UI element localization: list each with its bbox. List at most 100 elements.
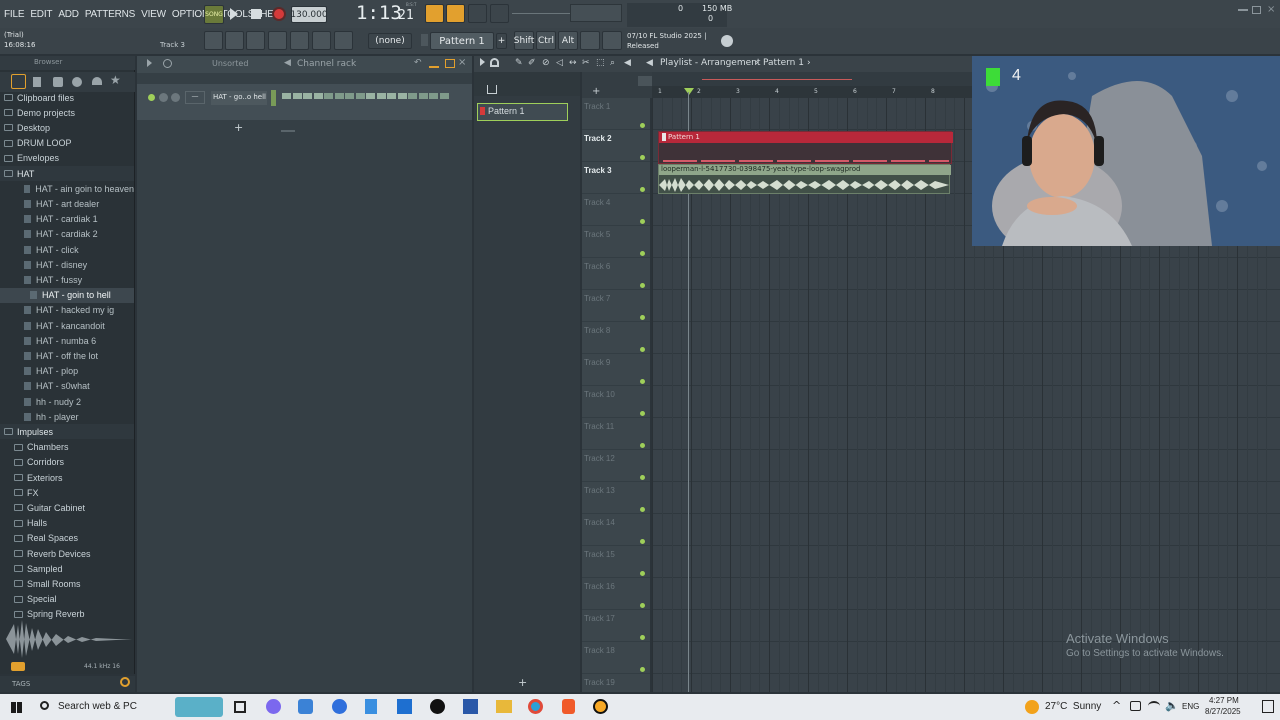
track-mute-led[interactable] xyxy=(640,123,645,128)
track-header[interactable]: Track 1 xyxy=(582,98,650,130)
browser-samples-icon[interactable] xyxy=(72,77,82,87)
browser-files-icon[interactable] xyxy=(33,77,41,87)
track-lane[interactable] xyxy=(652,386,1280,418)
browser-item[interactable]: HAT - disney xyxy=(0,257,134,272)
step-icon[interactable] xyxy=(445,59,455,68)
channel-vol-knob[interactable] xyxy=(171,93,180,102)
undo-icon[interactable]: ↶ xyxy=(414,58,422,68)
browser-item[interactable]: hh - nudy 2 xyxy=(0,394,134,409)
zoom-tool-icon[interactable]: ⌕ xyxy=(610,58,615,68)
playlist-icon[interactable] xyxy=(204,31,223,50)
channel-name-button[interactable]: HAT - go..o hell xyxy=(211,91,267,105)
track-mute-led[interactable] xyxy=(640,507,645,512)
browser-item[interactable]: HAT - fussy xyxy=(0,272,134,287)
browser-item[interactable]: Corridors xyxy=(0,455,134,470)
weather-icon[interactable] xyxy=(1025,700,1039,714)
browser-item[interactable]: HAT - art dealer xyxy=(0,196,134,211)
track-lane[interactable] xyxy=(652,610,1280,642)
channel-mute-led[interactable] xyxy=(148,94,155,101)
typing-keyboard-icon[interactable] xyxy=(580,31,600,50)
news-icon[interactable] xyxy=(602,31,622,50)
track-mute-led[interactable] xyxy=(640,475,645,480)
stop-icon[interactable] xyxy=(251,9,261,19)
browser-item[interactable]: Small Rooms xyxy=(0,576,134,591)
track-header[interactable]: Track 15 xyxy=(582,546,650,578)
taskbar-widget-image[interactable] xyxy=(175,697,223,717)
track-lane[interactable] xyxy=(652,354,1280,386)
song-mode-toggle[interactable]: SONG xyxy=(204,5,224,24)
step-button[interactable] xyxy=(303,93,312,99)
track-header[interactable]: Track 18 xyxy=(582,642,650,674)
track-mute-led[interactable] xyxy=(640,603,645,608)
pattern-add-icon[interactable]: + xyxy=(496,33,507,49)
slice-tool-icon[interactable]: ✂ xyxy=(582,58,590,68)
folder-icon[interactable] xyxy=(496,700,512,713)
track-header[interactable]: Track 10 xyxy=(582,386,650,418)
track-mute-led[interactable] xyxy=(640,219,645,224)
key-shift[interactable]: Shift xyxy=(514,31,534,50)
snap-mode-icon[interactable] xyxy=(638,76,652,86)
playlist-menu-icon[interactable] xyxy=(480,58,485,66)
track-lane[interactable] xyxy=(652,546,1280,578)
browser-item[interactable]: Demo projects xyxy=(0,105,134,120)
step-button[interactable] xyxy=(366,93,375,99)
step-edit-icon[interactable] xyxy=(490,4,509,23)
menu-file[interactable]: FILE xyxy=(4,9,25,20)
notification-icon[interactable] xyxy=(1262,700,1274,713)
step-button[interactable] xyxy=(292,93,302,99)
track-lane[interactable] xyxy=(652,450,1280,482)
track-lane[interactable] xyxy=(652,258,1280,290)
track-lane[interactable] xyxy=(652,482,1280,514)
channel-rack-menu-icon[interactable] xyxy=(147,59,152,67)
battery-icon[interactable] xyxy=(1130,701,1141,711)
mixer-icon[interactable] xyxy=(290,31,309,50)
track-header[interactable]: Track 3 xyxy=(582,162,650,194)
start-icon[interactable] xyxy=(11,702,22,713)
track-lane[interactable] xyxy=(652,514,1280,546)
mute-tool-icon[interactable]: ◁ xyxy=(556,58,563,68)
copilot-icon[interactable] xyxy=(266,699,281,714)
track-header[interactable]: Track 12 xyxy=(582,450,650,482)
menu-view[interactable]: VIEW xyxy=(141,9,166,20)
browser-item[interactable]: HAT - hacked my ig xyxy=(0,303,134,318)
news-line-2[interactable]: Released xyxy=(627,42,659,50)
browser-item[interactable]: HAT - goin to hell xyxy=(0,287,134,303)
volume-icon[interactable]: 🔈 xyxy=(1165,699,1179,712)
loop-marker[interactable] xyxy=(702,79,852,80)
countdown-icon[interactable] xyxy=(446,4,465,23)
news-line-1[interactable]: 07/10 FL Studio 2025 | xyxy=(627,32,706,40)
select-tool-icon[interactable]: ⬚ xyxy=(596,58,605,68)
piano-roll-icon[interactable] xyxy=(225,31,244,50)
browser-icon[interactable] xyxy=(268,31,287,50)
track-mute-led[interactable] xyxy=(640,155,645,160)
add-track-icon[interactable]: + xyxy=(592,86,600,97)
language-indicator[interactable]: ENG xyxy=(1182,702,1199,711)
browser-item[interactable]: HAT - cardiak 2 xyxy=(0,227,134,242)
browser-item[interactable]: HAT - cardiak 1 xyxy=(0,212,134,227)
mic-icon[interactable] xyxy=(334,31,353,50)
browser-all-icon[interactable] xyxy=(11,74,26,89)
arrow-icon[interactable] xyxy=(312,31,331,50)
track-header[interactable]: Track 6 xyxy=(582,258,650,290)
browser-item[interactable]: Envelopes xyxy=(0,151,134,166)
channel-select-led[interactable] xyxy=(271,90,276,106)
track-lane[interactable] xyxy=(652,322,1280,354)
browser-item[interactable]: HAT - click xyxy=(0,242,134,257)
track-header[interactable]: Track 14 xyxy=(582,514,650,546)
browser-item[interactable]: Halls xyxy=(0,516,134,531)
track-mute-led[interactable] xyxy=(640,187,645,192)
pattern-clip[interactable]: Pattern 1 xyxy=(658,131,953,164)
fl-studio-icon[interactable] xyxy=(430,699,445,714)
channel-pan-knob[interactable] xyxy=(159,93,168,102)
slip-tool-icon[interactable]: ↔ xyxy=(569,58,577,68)
track-mute-led[interactable] xyxy=(640,251,645,256)
track-mute-led[interactable] xyxy=(640,315,645,320)
track-lane[interactable] xyxy=(652,578,1280,610)
browser-item[interactable]: Reverb Devices xyxy=(0,546,134,561)
channel-rack-close-icon[interactable]: × xyxy=(458,57,466,68)
key-ctrl[interactable]: Ctrl xyxy=(536,31,556,50)
browser-item[interactable]: HAT - numba 6 xyxy=(0,333,134,348)
clock-time[interactable]: 4:27 PM xyxy=(1209,696,1239,705)
browser-item[interactable]: HAT xyxy=(0,166,134,181)
track-header[interactable]: Track 13 xyxy=(582,482,650,514)
